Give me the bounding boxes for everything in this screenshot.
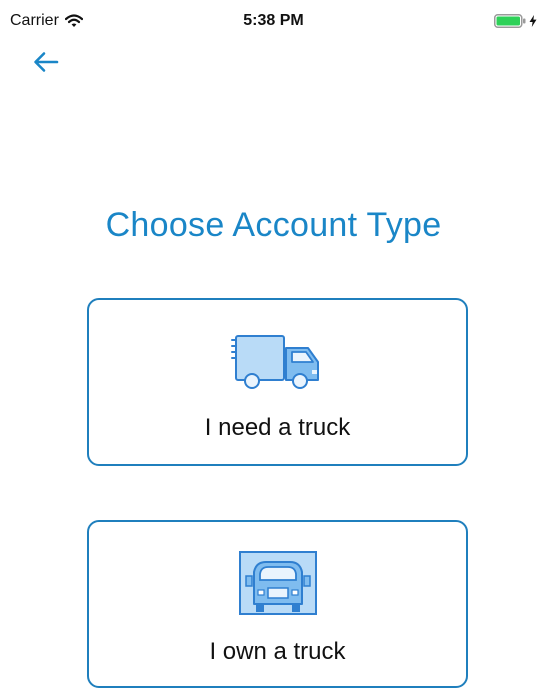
status-bar: Carrier 5:38 PM <box>0 0 547 40</box>
battery-indicator <box>494 14 537 28</box>
delivery-truck-icon <box>230 335 319 389</box>
own-truck-label: I own a truck <box>209 638 346 665</box>
battery-icon <box>494 14 526 28</box>
need-truck-option-card[interactable]: I need a truck <box>87 298 468 466</box>
back-arrow-icon <box>34 52 59 72</box>
truck-front-icon <box>238 551 317 615</box>
need-truck-label: I need a truck <box>204 414 351 441</box>
own-truck-option-card[interactable]: I own a truck <box>87 520 468 688</box>
back-button[interactable] <box>30 48 62 76</box>
charging-bolt-icon <box>529 15 537 27</box>
page-title: Choose Account Type <box>105 206 442 244</box>
status-time: 5:38 PM <box>243 12 304 29</box>
